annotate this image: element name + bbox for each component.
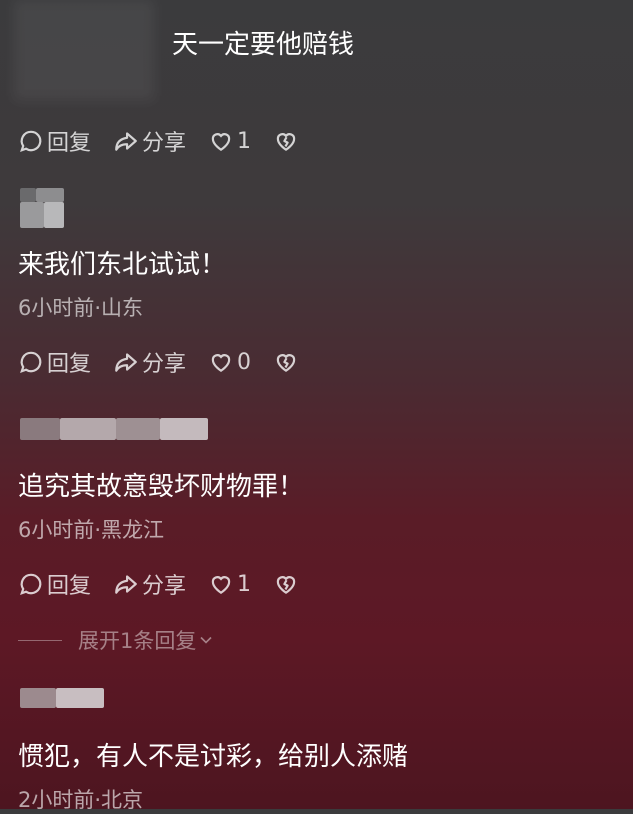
comment-text: 惯犯，有人不是讨彩，给别人添赌	[18, 742, 409, 772]
reply-label: 回复	[47, 574, 92, 599]
comment-actions: 回复 分享 1	[18, 124, 324, 158]
reply-button[interactable]: 回复	[18, 568, 91, 600]
comment-bubble-icon	[20, 573, 42, 595]
share-label: 分享	[142, 574, 187, 599]
dislike-button[interactable]	[273, 571, 302, 597]
comment-meta: 6小时前·山东	[18, 296, 144, 320]
share-arrow-icon	[115, 132, 137, 151]
comment-meta: 6小时前·黑龙江	[18, 518, 165, 542]
like-button[interactable]: 0	[208, 349, 251, 375]
comment-text: 追究其故意毁坏财物罪！	[18, 472, 305, 502]
broken-heart-icon	[276, 133, 296, 151]
comment-meta: 2小时前·北京	[18, 788, 144, 812]
chevron-down-icon	[200, 636, 212, 644]
heart-icon	[211, 133, 231, 151]
share-label: 分享	[142, 131, 187, 156]
broken-heart-icon	[276, 576, 296, 594]
share-label: 分享	[142, 352, 187, 377]
expand-replies-label: 展开1条回复	[78, 629, 197, 653]
share-arrow-icon	[115, 353, 137, 372]
dislike-button[interactable]	[273, 349, 302, 375]
reply-label: 回复	[47, 352, 92, 377]
reply-button[interactable]: 回复	[18, 125, 91, 157]
share-button[interactable]: 分享	[113, 125, 186, 157]
like-count: 1	[237, 128, 252, 154]
share-button[interactable]: 分享	[113, 568, 186, 600]
broken-heart-icon	[276, 354, 296, 372]
comment-bubble-icon	[20, 130, 42, 152]
dislike-button[interactable]	[273, 128, 302, 154]
comment-actions: 回复 分享 0	[18, 345, 324, 379]
like-count: 1	[237, 571, 252, 597]
expand-divider	[18, 639, 62, 641]
like-button[interactable]: 1	[208, 128, 251, 154]
like-button[interactable]: 1	[208, 571, 251, 597]
like-count: 0	[237, 349, 252, 375]
comment-text: 来我们东北试试！	[18, 250, 227, 280]
comment-actions: 回复 分享 1	[18, 567, 324, 601]
username-blurred	[14, 0, 154, 100]
heart-icon	[211, 576, 231, 594]
heart-icon	[211, 354, 231, 372]
reply-button[interactable]: 回复	[18, 346, 91, 378]
comment-bubble-icon	[20, 351, 42, 373]
reply-label: 回复	[47, 131, 92, 156]
share-arrow-icon	[115, 575, 137, 594]
comment-text: 天一定要他赔钱	[172, 30, 355, 60]
share-button[interactable]: 分享	[113, 346, 186, 378]
expand-replies-button[interactable]: 展开1条回复	[18, 625, 216, 655]
